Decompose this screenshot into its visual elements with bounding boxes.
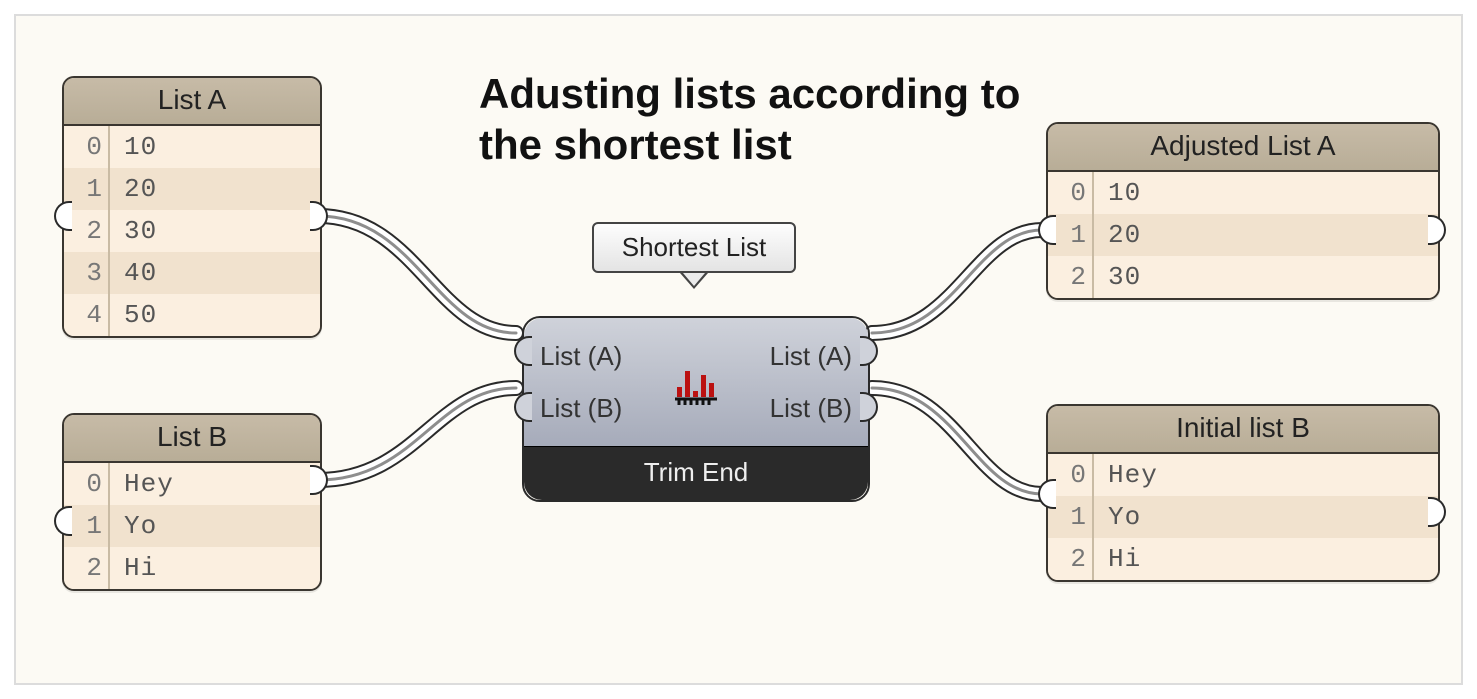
row-index: 0 [1048,178,1092,208]
output-port-b[interactable] [860,392,878,422]
panel-output-grip[interactable] [1428,497,1446,527]
tooltip-tail-icon [680,273,708,289]
index-divider [1092,172,1094,298]
table-row: 010 [64,126,320,168]
input-port-b[interactable] [514,392,532,422]
row-value: 20 [108,174,157,204]
row-value: 10 [108,132,157,162]
index-divider [108,463,110,589]
row-value: 40 [108,258,157,288]
diagram-title: Adusting lists according to the shortest… [479,68,1039,170]
panel-body: 010 120 230 [1048,172,1438,298]
panel-body: 0Hey 1Yo 2Hi [64,463,320,589]
panel-output-grip[interactable] [1428,215,1446,245]
panel-body: 0Hey 1Yo 2Hi [1048,454,1438,580]
component-body: List (A) List (B) [524,318,868,446]
panel-body: 010 120 230 340 450 [64,126,320,336]
panel-input-grip[interactable] [1038,479,1056,509]
row-value: 30 [1092,262,1141,292]
table-row: 120 [64,168,320,210]
table-row: 450 [64,294,320,336]
row-value: 30 [108,216,157,246]
component-outputs: List (A) List (B) [726,318,868,446]
panel-input-grip[interactable] [54,201,72,231]
row-index: 2 [64,553,108,583]
table-row: 340 [64,252,320,294]
panel-output-grip[interactable] [310,465,328,495]
index-divider [1092,454,1094,580]
panel-title: Adjusted List A [1048,124,1438,172]
panel-title: Initial list B [1048,406,1438,454]
row-index: 3 [64,258,108,288]
output-port-b-label: List (B) [742,393,852,424]
panel-initial-list-b[interactable]: Initial list B 0Hey 1Yo 2Hi [1046,404,1440,582]
bar-chart-icon [666,318,726,446]
row-index: 4 [64,300,108,330]
table-row: 230 [64,210,320,252]
component-name: Trim End [524,446,868,500]
tooltip-label: Shortest List [592,222,796,273]
row-value: 50 [108,300,157,330]
table-row: 0Hey [64,463,320,505]
panel-input-grip[interactable] [54,506,72,536]
table-row: 0Hey [1048,454,1438,496]
input-port-b-label: List (B) [540,393,650,424]
row-value: Hey [108,469,174,499]
table-row: 230 [1048,256,1438,298]
row-index: 0 [64,469,108,499]
index-divider [108,126,110,336]
table-row: 2Hi [64,547,320,589]
row-value: Hey [1092,460,1158,490]
row-value: 10 [1092,178,1141,208]
table-row: 120 [1048,214,1438,256]
row-index: 0 [64,132,108,162]
row-value: Hi [1092,544,1141,574]
row-value: Yo [108,511,157,541]
panel-list-a[interactable]: List A 010 120 230 340 450 [62,76,322,338]
diagram-frame: Adusting lists according to the shortest… [14,14,1463,685]
row-value: 20 [1092,220,1141,250]
component-shortest-list[interactable]: List (A) List (B) [522,316,870,502]
table-row: 1Yo [64,505,320,547]
row-index: 2 [1048,544,1092,574]
row-index: 1 [64,174,108,204]
panel-list-b[interactable]: List B 0Hey 1Yo 2Hi [62,413,322,591]
row-value: Yo [1092,502,1141,532]
table-row: 1Yo [1048,496,1438,538]
panel-title: List B [64,415,320,463]
panel-input-grip[interactable] [1038,215,1056,245]
input-port-a[interactable] [514,336,532,366]
component-inputs: List (A) List (B) [524,318,666,446]
output-port-a[interactable] [860,336,878,366]
panel-output-grip[interactable] [310,201,328,231]
row-index: 2 [1048,262,1092,292]
row-value: Hi [108,553,157,583]
panel-title: List A [64,78,320,126]
table-row: 010 [1048,172,1438,214]
tooltip-shortest-list: Shortest List [592,222,796,289]
table-row: 2Hi [1048,538,1438,580]
input-port-a-label: List (A) [540,341,650,372]
output-port-a-label: List (A) [742,341,852,372]
panel-adjusted-list-a[interactable]: Adjusted List A 010 120 230 [1046,122,1440,300]
